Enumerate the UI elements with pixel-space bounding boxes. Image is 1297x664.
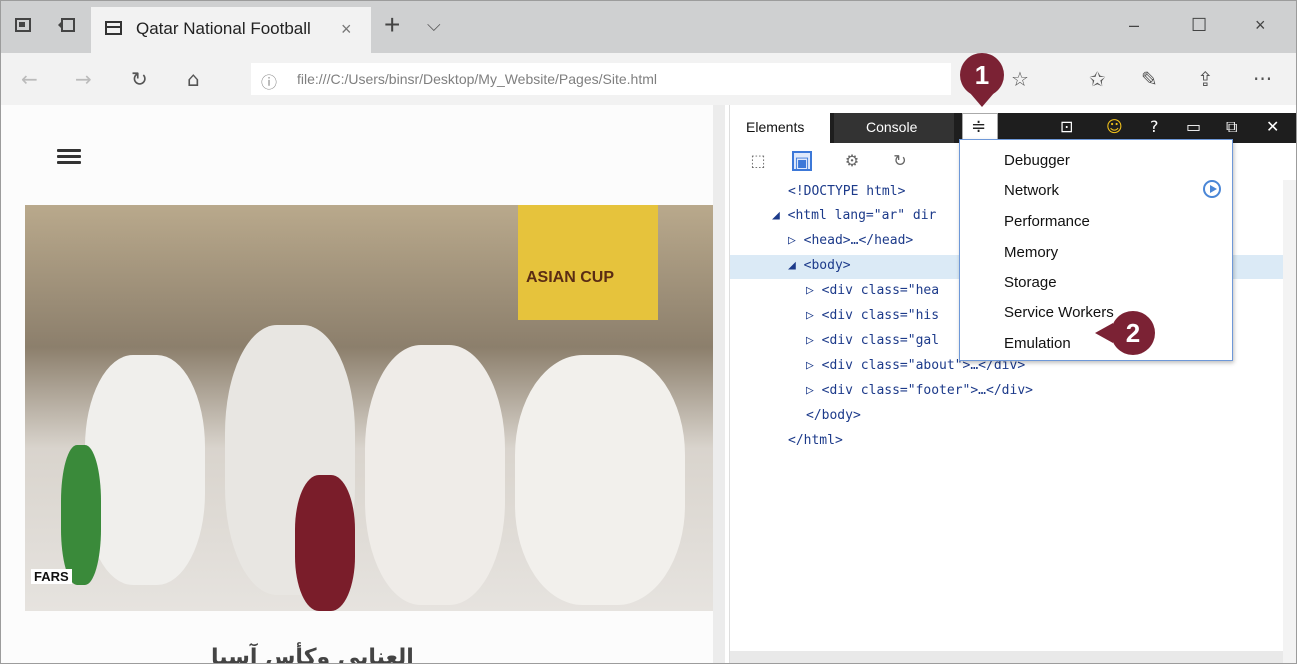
menu-item-storage[interactable]: Storage (1004, 274, 1057, 291)
callout-1-pointer (970, 93, 994, 107)
share-icon[interactable]: ⇪ (1197, 67, 1214, 91)
photo-credit: FARS (31, 569, 72, 584)
select-element-icon[interactable]: ⬚ (748, 151, 768, 171)
callout-2: 2 (1111, 311, 1155, 355)
layout-icon[interactable]: ⚙ (842, 151, 862, 171)
menu-item-emulation[interactable]: Emulation (1004, 335, 1071, 352)
player-figure (515, 355, 685, 605)
tab-console-label: Console (866, 119, 918, 135)
dom-node-text: ◢ <html lang="ar" dir (772, 208, 937, 223)
address-bar[interactable]: ⓘ file:///C:/Users/binsr/Desktop/My_Webs… (251, 63, 951, 95)
menu-item-network[interactable]: Network (1004, 182, 1059, 199)
more-icon[interactable]: ··· (1253, 67, 1272, 91)
url-text[interactable]: file:///C:/Users/binsr/Desktop/My_Websit… (297, 71, 657, 87)
asian-cup-banner: ASIAN CUP (518, 205, 658, 320)
page-heading: ﺍﻟﻌﻨﺎﺑﻲ ﻭﻛﺄﺱ ﺁﺳﻴﺎ (211, 645, 414, 664)
menu-item-performance[interactable]: Performance (1004, 213, 1090, 230)
dom-node-text: </html> (788, 433, 843, 448)
web-page: ASIAN CUP FARS ﺍﻟﻌﻨﺎﺑﻲ ﻭﻛﺄﺱ ﺁﺳﻴﺎ (1, 105, 725, 664)
close-window-button[interactable]: × (1255, 15, 1266, 36)
dom-node-text: ▷ <div class="hea (806, 283, 940, 298)
menu-item-debugger[interactable]: Debugger (1004, 152, 1070, 169)
dom-node-text: ▷ <head>…</head> (788, 233, 914, 248)
menu-item-memory[interactable]: Memory (1004, 244, 1058, 261)
flag-figure (295, 475, 355, 611)
dom-node[interactable]: ▷ <div class="footer">…</div> (730, 380, 1296, 404)
dom-node-text: ▷ <div class="footer">…</div> (806, 383, 1033, 398)
info-icon[interactable]: ⓘ (261, 69, 277, 93)
highlight-elements-icon[interactable]: ▣ (792, 151, 812, 172)
refresh-dom-icon[interactable]: ↻ (890, 151, 910, 171)
browser-window: Qatar National Football × + ⌵ – ☐ × ← → … (0, 0, 1297, 664)
page-icon (105, 21, 122, 35)
undock-icon[interactable]: ⧉ (1226, 117, 1237, 137)
player-figure (85, 355, 205, 585)
dom-node-text: ▷ <div class="his (806, 308, 940, 323)
tab-close-icon[interactable]: × (341, 19, 352, 40)
tab-actions-icon[interactable] (15, 17, 31, 32)
dom-node[interactable]: </body> (730, 405, 1296, 429)
devtools-vertical-scrollbar[interactable] (1283, 180, 1296, 663)
favorite-star-icon[interactable]: ☆ (1011, 67, 1029, 91)
team-celebration-photo: ASIAN CUP FARS (25, 205, 713, 611)
navigation-bar: ← → ↻ ⌂ ⓘ file:///C:/Users/binsr/Desktop… (1, 53, 1296, 105)
tab-elements-label: Elements (746, 119, 805, 135)
dom-node-text: ◢ <body> (788, 258, 851, 273)
devtools-horizontal-scrollbar[interactable] (730, 651, 1283, 663)
forward-button[interactable]: → (75, 67, 92, 91)
feedback-smiley-icon[interactable]: ☺ (1106, 117, 1123, 136)
dom-node-text: </body> (806, 408, 861, 423)
hamburger-menu-icon[interactable] (57, 149, 81, 165)
dom-node-text: ▷ <div class="gal (806, 333, 940, 348)
page-scrollbar[interactable] (713, 105, 725, 663)
banner-text: ASIAN CUP (526, 269, 615, 286)
new-tab-button[interactable]: + (384, 9, 400, 41)
refresh-button[interactable]: ↻ (131, 67, 148, 91)
minimize-button[interactable]: – (1129, 15, 1139, 36)
dom-node-text: <!DOCTYPE html> (788, 184, 906, 199)
player-figure (365, 345, 505, 605)
back-button[interactable]: ← (21, 67, 38, 91)
menu-item-service-workers[interactable]: Service Workers (1004, 304, 1114, 321)
browser-tab[interactable]: Qatar National Football × (91, 7, 371, 53)
tab-elements[interactable]: Elements (730, 113, 830, 143)
flag-figure (61, 445, 101, 585)
callout-2-pointer (1095, 323, 1113, 343)
close-devtools-icon[interactable]: ✕ (1266, 117, 1279, 136)
dock-bottom-icon[interactable]: ▭ (1186, 117, 1201, 136)
network-play-icon (1203, 180, 1221, 198)
tab-title: Qatar National Football (136, 19, 311, 38)
home-button[interactable]: ⌂ (187, 67, 200, 91)
console-icon[interactable]: ⊡ (1060, 117, 1073, 136)
overflow-chevron-icon: ≑ (971, 116, 987, 137)
callout-1: 1 (960, 53, 1004, 97)
pen-icon[interactable]: ✎ (1141, 67, 1158, 91)
tab-list-chevron-icon[interactable]: ⌵ (427, 15, 441, 36)
tab-console[interactable]: Console (834, 113, 954, 143)
help-icon[interactable]: ? (1150, 117, 1159, 136)
maximize-button[interactable]: ☐ (1191, 15, 1207, 36)
set-aside-tabs-icon[interactable] (57, 17, 75, 32)
title-bar: Qatar National Football × + ⌵ – ☐ × (1, 1, 1296, 53)
favorites-list-icon[interactable]: ✩ (1089, 67, 1106, 91)
dom-node[interactable]: </html> (730, 430, 1296, 454)
